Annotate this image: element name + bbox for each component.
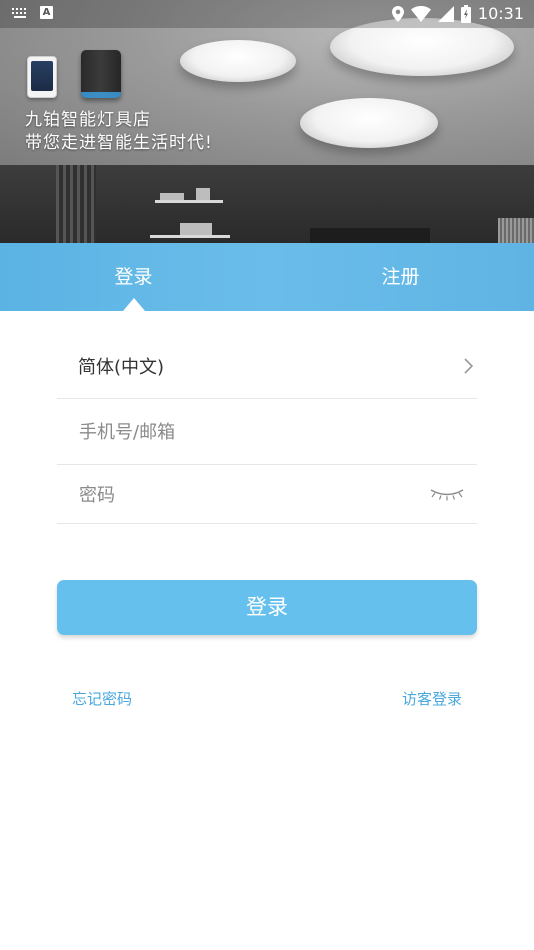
language-selector[interactable]: 简体(中文) <box>57 334 477 399</box>
a-icon: A <box>40 6 53 19</box>
forgot-password-link[interactable]: 忘记密码 <box>72 688 132 709</box>
signal-icon <box>437 5 454 22</box>
books-image <box>196 188 210 200</box>
password-row <box>57 465 477 525</box>
active-tab-indicator <box>123 298 145 311</box>
status-bar: A 10:31 <box>0 0 534 28</box>
guest-login-link[interactable]: 访客登录 <box>402 688 462 709</box>
eye-closed-icon[interactable] <box>429 487 465 501</box>
hero-banner: 九铂智能灯具店 带您走进智能生活时代! <box>0 0 534 243</box>
books-image <box>160 193 184 200</box>
clock: 10:31 <box>477 4 524 23</box>
sofa-image <box>310 228 430 243</box>
language-value: 简体(中文) <box>78 357 165 378</box>
wifi-icon <box>410 5 431 22</box>
store-name: 九铂智能灯具店 <box>25 110 151 130</box>
smart-speaker-image <box>81 50 121 98</box>
shelf-image <box>150 235 230 238</box>
shelf-image <box>155 200 223 203</box>
chevron-right-icon <box>464 358 474 374</box>
password-input[interactable] <box>77 465 411 525</box>
basket-image <box>498 218 534 243</box>
phone-email-row <box>57 399 477 466</box>
phone-email-input[interactable] <box>77 399 411 466</box>
login-button[interactable]: 登录 <box>57 580 477 635</box>
auth-tab-bar: 登录 注册 <box>0 243 534 311</box>
location-icon <box>391 5 404 22</box>
ceiling-lamp-image <box>300 98 438 148</box>
books-image <box>180 223 212 235</box>
curtain-image <box>56 165 96 243</box>
battery-icon <box>460 4 471 23</box>
tab-register[interactable]: 注册 <box>267 243 534 311</box>
keyboard-icon <box>12 7 28 18</box>
store-slogan: 带您走进智能生活时代! <box>25 133 213 153</box>
ceiling-lamp-image <box>180 40 296 82</box>
tablet-device-image <box>27 56 57 98</box>
